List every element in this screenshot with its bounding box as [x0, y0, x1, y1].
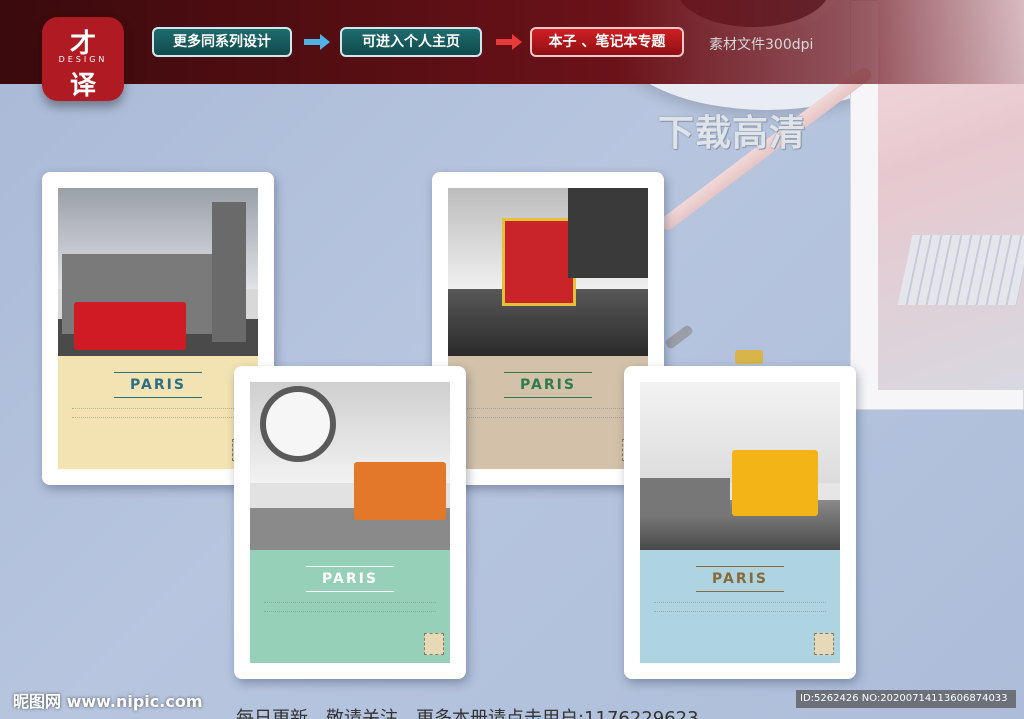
notebook-title: PARIS	[114, 372, 202, 398]
notebook-lines	[72, 408, 244, 418]
notebook-fishermans-wharf[interactable]: PARIS	[234, 366, 466, 679]
notebook-title: PARIS	[504, 372, 592, 398]
personal-home-button[interactable]: 可进入个人主页	[340, 27, 482, 57]
building	[568, 188, 648, 278]
yellow-tram	[732, 450, 818, 516]
arrow-right-icon	[304, 34, 330, 50]
nipic-watermark: 昵图网 www.nipic.com	[13, 692, 203, 711]
brand-logo[interactable]: 才 DESIGN 译	[42, 17, 124, 101]
orange-tram	[354, 462, 446, 520]
resolution-text: 素材文件300dpi	[709, 37, 814, 53]
harbor-buildings	[640, 478, 730, 514]
notebook-panel: PARIS	[250, 550, 450, 663]
cable-car	[502, 218, 576, 306]
logo-char-bottom: 译	[69, 71, 96, 101]
notebook-title: PARIS	[696, 566, 784, 592]
wharf-seal	[260, 386, 336, 462]
image-id-label: ID:5262426 NO:20200714113606874033	[796, 690, 1016, 708]
notebook-topic-button[interactable]: 本子 、笔记本专题	[530, 27, 684, 57]
stamp-icon	[424, 633, 444, 655]
binder-clip	[735, 350, 763, 364]
notebook-lines	[264, 602, 436, 612]
bottom-caption: 每日更新，敬请关注，更多本册请点击用户:1176229623	[236, 708, 699, 719]
notebook-title: PARIS	[306, 566, 394, 592]
notebook-photo-wharf	[250, 382, 450, 550]
notebook-photo-tram	[640, 382, 840, 550]
download-hd-text[interactable]: 下载高清	[658, 104, 806, 156]
pen-tip	[664, 323, 694, 351]
keyboard-image	[897, 235, 1024, 305]
notebook-panel: PARIS	[448, 356, 648, 469]
notebook-lines	[654, 602, 826, 612]
clock-tower	[212, 202, 246, 342]
notebook-panel: PARIS	[58, 356, 258, 469]
logo-design-label: DESIGN	[58, 55, 108, 64]
notebook-panel: PARIS	[640, 550, 840, 663]
notebook-photo-london	[58, 188, 258, 356]
red-bus	[74, 302, 186, 350]
notebook-lines	[462, 408, 634, 418]
stamp-icon	[814, 633, 834, 655]
arrow-right-icon	[496, 34, 522, 50]
notebook-yellow-tram[interactable]: PARIS	[624, 366, 856, 679]
more-series-button[interactable]: 更多同系列设计	[152, 27, 292, 57]
notebook-photo-cable-car	[448, 188, 648, 356]
